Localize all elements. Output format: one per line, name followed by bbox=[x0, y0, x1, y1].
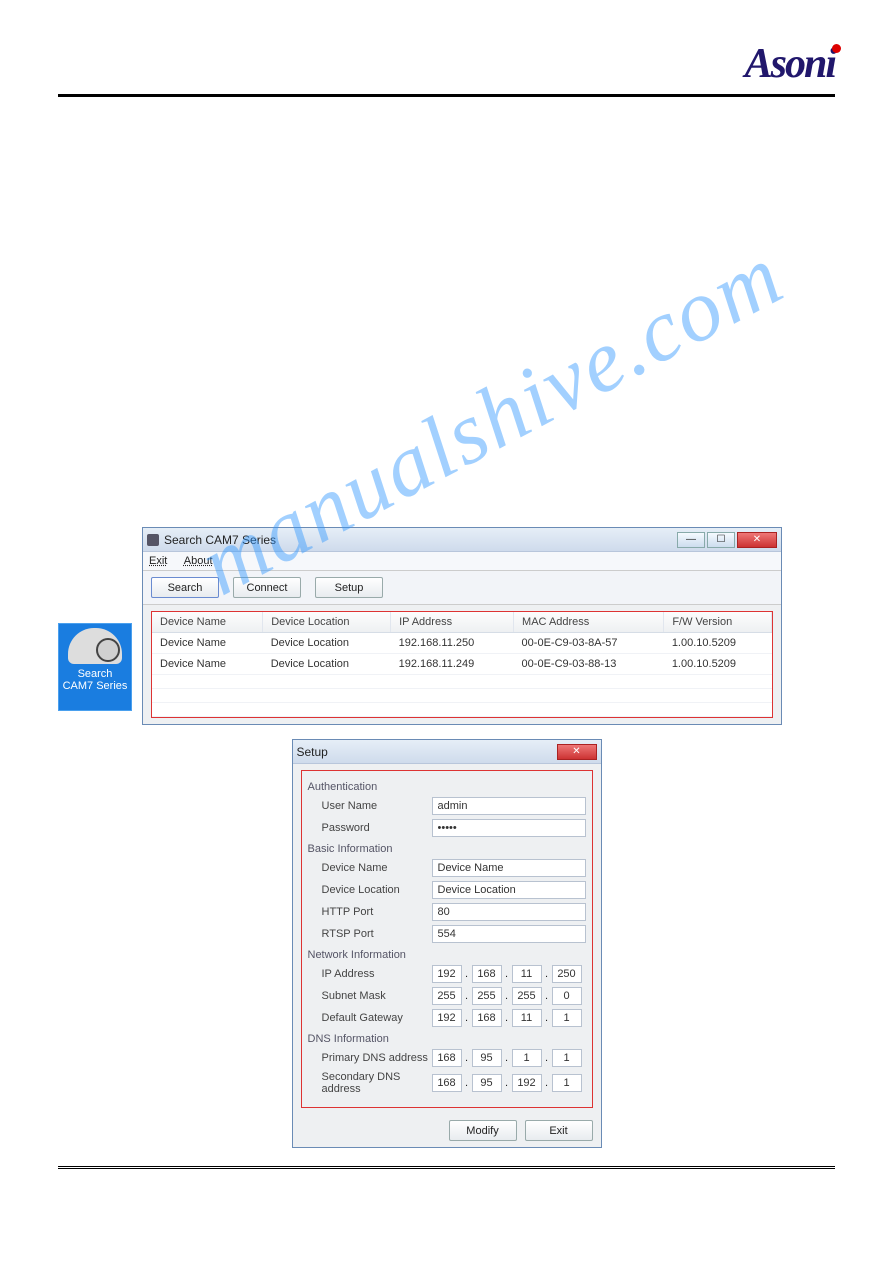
setup-form: Authentication User Name Password Basic … bbox=[301, 770, 593, 1108]
cell: 00-0E-C9-03-88-13 bbox=[514, 654, 664, 675]
table-row bbox=[152, 689, 772, 703]
pass-input[interactable] bbox=[432, 819, 586, 837]
search-title: Search CAM7 Series bbox=[164, 533, 276, 547]
ip-label: IP Address bbox=[322, 968, 432, 980]
connect-button[interactable]: Connect bbox=[233, 577, 301, 598]
exit-button[interactable]: Exit bbox=[525, 1120, 593, 1141]
pass-label: Password bbox=[322, 822, 432, 834]
setup-title: Setup bbox=[297, 745, 328, 759]
ip-seg[interactable] bbox=[472, 965, 502, 983]
ip-seg[interactable] bbox=[552, 987, 582, 1005]
brand-text: Asoni bbox=[745, 41, 835, 87]
col-devloc[interactable]: Device Location bbox=[263, 612, 391, 633]
ip-seg[interactable] bbox=[512, 1009, 542, 1027]
minimize-button[interactable]: — bbox=[677, 532, 705, 548]
ip-input: ... bbox=[432, 965, 582, 983]
ip-seg[interactable] bbox=[472, 987, 502, 1005]
app-icon bbox=[147, 534, 159, 546]
ip-seg[interactable] bbox=[472, 1074, 502, 1092]
modify-button[interactable]: Modify bbox=[449, 1120, 517, 1141]
ip-seg[interactable] bbox=[432, 987, 462, 1005]
toolbar: Search Connect Setup bbox=[143, 571, 781, 605]
cell: Device Name bbox=[152, 633, 263, 654]
brand-dot bbox=[832, 44, 841, 53]
cell: Device Location bbox=[263, 633, 391, 654]
cell: 1.00.10.5209 bbox=[664, 633, 772, 654]
ip-seg[interactable] bbox=[472, 1009, 502, 1027]
mask-input: ... bbox=[432, 987, 582, 1005]
basic-title: Basic Information bbox=[308, 843, 586, 855]
cell: 1.00.10.5209 bbox=[664, 654, 772, 675]
menu-exit[interactable]: Exit bbox=[149, 555, 167, 567]
setup-button[interactable]: Setup bbox=[315, 577, 383, 598]
devname-label: Device Name bbox=[322, 862, 432, 874]
search-window: Search CAM7 Series — ☐ ✕ Exit About Sear… bbox=[142, 527, 782, 725]
ip-seg[interactable] bbox=[552, 1074, 582, 1092]
device-table[interactable]: Device Name Device Location IP Address M… bbox=[152, 612, 772, 717]
cell: Device Name bbox=[152, 654, 263, 675]
table-row[interactable]: Device Name Device Location 192.168.11.2… bbox=[152, 654, 772, 675]
ip-seg[interactable] bbox=[512, 1049, 542, 1067]
ip-seg[interactable] bbox=[432, 1074, 462, 1092]
camera-icon bbox=[68, 628, 122, 664]
http-input[interactable] bbox=[432, 903, 586, 921]
dns1-input: ... bbox=[432, 1049, 582, 1067]
gw-label: Default Gateway bbox=[322, 1012, 432, 1024]
devname-input[interactable] bbox=[432, 859, 586, 877]
ip-seg[interactable] bbox=[552, 1049, 582, 1067]
desktop-icon-line2: CAM7 Series bbox=[63, 680, 128, 692]
ip-seg[interactable] bbox=[432, 965, 462, 983]
ip-seg[interactable] bbox=[552, 1009, 582, 1027]
dns1-label: Primary DNS address bbox=[322, 1052, 432, 1064]
mask-label: Subnet Mask bbox=[322, 990, 432, 1002]
menubar: Exit About bbox=[143, 552, 781, 571]
setup-titlebar[interactable]: Setup ✕ bbox=[293, 740, 601, 764]
devloc-input[interactable] bbox=[432, 881, 586, 899]
devloc-label: Device Location bbox=[322, 884, 432, 896]
table-row bbox=[152, 703, 772, 717]
menu-about[interactable]: About bbox=[184, 555, 213, 567]
auth-title: Authentication bbox=[308, 781, 586, 793]
gw-input: ... bbox=[432, 1009, 582, 1027]
device-table-wrap: Device Name Device Location IP Address M… bbox=[151, 611, 773, 718]
ip-seg[interactable] bbox=[432, 1009, 462, 1027]
desktop-shortcut-search-cam7[interactable]: Search CAM7 Series bbox=[58, 623, 132, 711]
user-input[interactable] bbox=[432, 797, 586, 815]
http-label: HTTP Port bbox=[322, 906, 432, 918]
dns2-input: ... bbox=[432, 1074, 582, 1092]
cell: 00-0E-C9-03-8A-57 bbox=[514, 633, 664, 654]
ip-seg[interactable] bbox=[512, 1074, 542, 1092]
ip-seg[interactable] bbox=[432, 1049, 462, 1067]
cell: 192.168.11.249 bbox=[391, 654, 514, 675]
rtsp-label: RTSP Port bbox=[322, 928, 432, 940]
user-label: User Name bbox=[322, 800, 432, 812]
table-row bbox=[152, 675, 772, 689]
search-titlebar[interactable]: Search CAM7 Series — ☐ ✕ bbox=[143, 528, 781, 552]
search-button[interactable]: Search bbox=[151, 577, 219, 598]
maximize-button[interactable]: ☐ bbox=[707, 532, 735, 548]
ip-seg[interactable] bbox=[512, 987, 542, 1005]
footer-divider bbox=[58, 1166, 835, 1169]
col-devname[interactable]: Device Name bbox=[152, 612, 263, 633]
setup-window: Setup ✕ Authentication User Name Passwor… bbox=[292, 739, 602, 1148]
desktop-icon-line1: Search bbox=[78, 668, 113, 680]
col-mac[interactable]: MAC Address bbox=[514, 612, 664, 633]
col-ip[interactable]: IP Address bbox=[391, 612, 514, 633]
net-title: Network Information bbox=[308, 949, 586, 961]
dns2-label: Secondary DNS address bbox=[322, 1071, 432, 1095]
table-row[interactable]: Device Name Device Location 192.168.11.2… bbox=[152, 633, 772, 654]
ip-seg[interactable] bbox=[512, 965, 542, 983]
brand-logo: Asoni bbox=[745, 40, 835, 88]
ip-seg[interactable] bbox=[552, 965, 582, 983]
cell: Device Location bbox=[263, 654, 391, 675]
ip-seg[interactable] bbox=[472, 1049, 502, 1067]
cell: 192.168.11.250 bbox=[391, 633, 514, 654]
setup-close-button[interactable]: ✕ bbox=[557, 744, 597, 760]
close-button[interactable]: ✕ bbox=[737, 532, 777, 548]
dns-title: DNS Information bbox=[308, 1033, 586, 1045]
rtsp-input[interactable] bbox=[432, 925, 586, 943]
header-divider bbox=[58, 94, 835, 97]
col-fw[interactable]: F/W Version bbox=[664, 612, 772, 633]
